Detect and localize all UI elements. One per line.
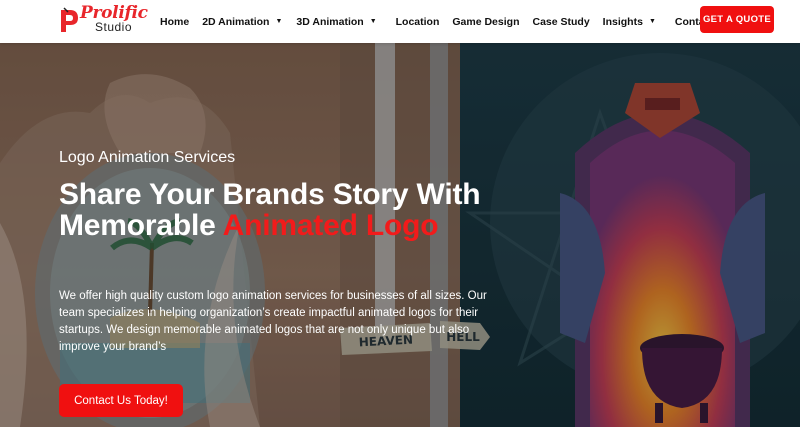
- nav-label: Game Design: [452, 15, 520, 28]
- nav-item-insights[interactable]: Insights ▼: [603, 16, 656, 28]
- brand-logo[interactable]: Prolific Studio: [58, 3, 148, 37]
- hero-description: We offer high quality custom logo animat…: [59, 290, 487, 353]
- headline-accent: Animated Logo: [222, 209, 439, 242]
- nav-item-home[interactable]: Home: [160, 16, 189, 28]
- chevron-down-icon: ▼: [275, 18, 283, 25]
- chevron-down-icon: ▼: [648, 18, 656, 25]
- nav-label: Location: [395, 15, 440, 28]
- nav-label: Case Study: [532, 15, 590, 28]
- nav-label: Insights: [602, 15, 643, 28]
- nav-item-case-study[interactable]: Case Study: [532, 16, 589, 28]
- nav-item-3d-animation[interactable]: 3D Animation ▼: [296, 16, 376, 28]
- brand-sub: Studio: [95, 20, 133, 34]
- nav-item-location[interactable]: Location: [396, 16, 440, 28]
- nav-label: Home: [160, 15, 190, 28]
- nav-item-game-design[interactable]: Game Design: [452, 16, 519, 28]
- site-header: Prolific Studio Home 2D Animation ▼ 3D A…: [0, 0, 800, 43]
- get-quote-button[interactable]: GET A QUOTE: [700, 6, 774, 33]
- hero-section: HEAVEN HELL Logo Animation Services Shar…: [0, 43, 800, 427]
- hero-eyebrow: Logo Animation Services: [59, 149, 236, 166]
- hero-headline: Share Your Brands Story With Memorable A…: [59, 179, 529, 241]
- contact-us-button[interactable]: Contact Us Today!: [59, 384, 183, 417]
- nav-label: 3D Animation: [296, 15, 364, 28]
- nav-label: 2D Animation: [202, 15, 270, 28]
- nav-item-2d-animation[interactable]: 2D Animation ▼: [202, 16, 282, 28]
- chevron-down-icon: ▼: [369, 18, 377, 25]
- main-nav: Home 2D Animation ▼ 3D Animation ▼ Locat…: [160, 0, 730, 43]
- logo-mark-icon: [61, 7, 78, 32]
